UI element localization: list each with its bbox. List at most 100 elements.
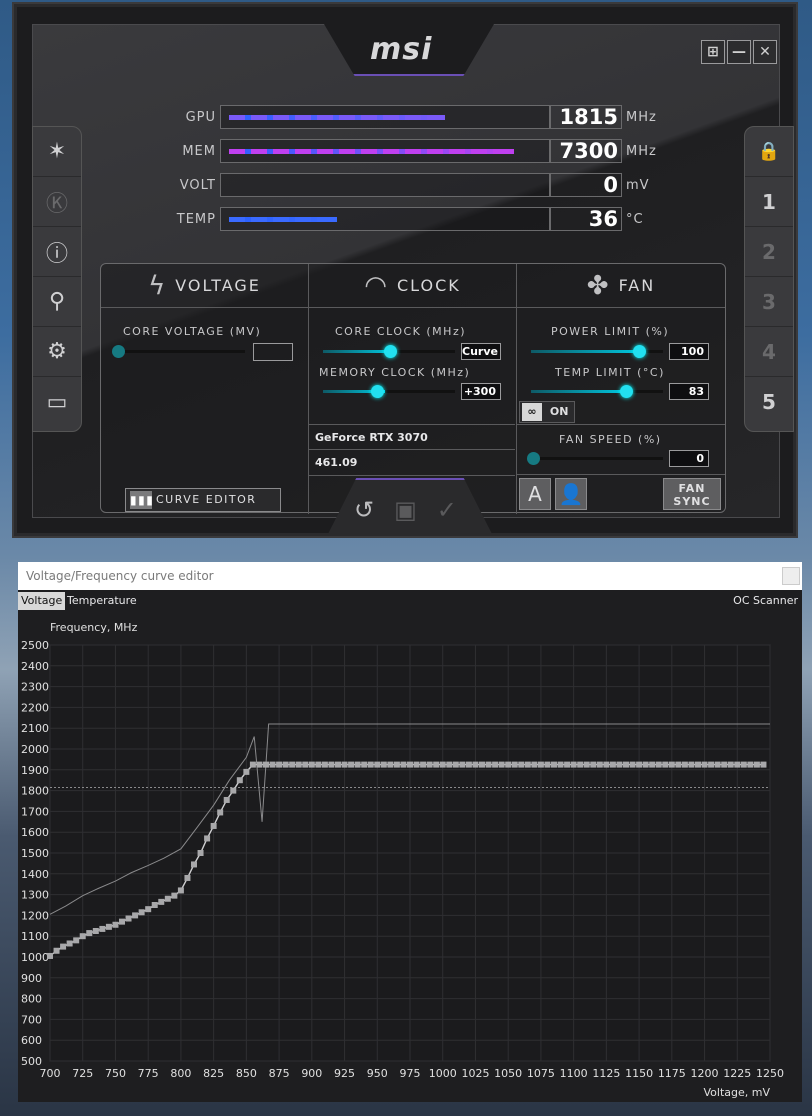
link-toggle-label: ON: [549, 405, 569, 418]
temp-limit-input[interactable]: 83: [669, 383, 709, 400]
user-profile-icon[interactable]: 👤: [555, 478, 587, 510]
fan-panel-title: FAN: [618, 276, 656, 295]
vf-point: [341, 761, 348, 768]
temp-limit-slider-fill: [531, 390, 627, 393]
power-limit-label: POWER LIMIT (%): [551, 325, 670, 338]
vf-editor-title: Voltage/Frequency curve editor: [26, 569, 214, 583]
oc-scanner-link[interactable]: OC Scanner: [733, 592, 798, 610]
gpu-meter-unit: MHz: [626, 110, 657, 125]
vf-point: [217, 809, 224, 816]
vf-point: [315, 761, 322, 768]
minimize-button[interactable]: —: [727, 40, 751, 64]
temp-limit-label: TEMP LIMIT (°C): [555, 366, 665, 379]
profile-5-button[interactable]: 5: [745, 377, 793, 427]
gpu-name: GeForce RTX 3070: [309, 424, 515, 450]
vf-point: [400, 761, 407, 768]
vf-curve-chart[interactable]: Frequency, MHz Voltage, mV 500 600 700 800 9…: [18, 614, 802, 1102]
x-tick-label: 1000: [429, 1067, 457, 1080]
profile-2-button[interactable]: 2: [745, 227, 793, 277]
vf-point: [374, 761, 381, 768]
profile-3-button[interactable]: 3: [745, 277, 793, 327]
fan-sync-button[interactable]: FAN SYNC: [663, 478, 721, 510]
vf-point: [164, 895, 171, 902]
info-icon[interactable]: ⓘ: [33, 227, 81, 277]
vf-point: [289, 761, 296, 768]
lock-icon[interactable]: 🔒: [745, 127, 793, 177]
x-tick-label: 875: [269, 1067, 290, 1080]
vf-point: [623, 761, 629, 768]
vf-point: [636, 761, 643, 768]
tab-voltage[interactable]: Voltage: [18, 592, 66, 610]
vf-point: [740, 761, 747, 768]
vf-point: [230, 787, 237, 794]
vf-editor-titlebar: Voltage/Frequency curve editor: [18, 562, 802, 590]
vf-point: [92, 928, 99, 934]
vf-point: [511, 761, 518, 768]
fan-divider: [517, 424, 725, 425]
x-tick-label: 725: [72, 1067, 93, 1080]
tab-temperature[interactable]: Temperature: [64, 592, 140, 610]
y-tick-label: 800: [21, 993, 42, 1006]
driver-version: 461.09: [309, 450, 515, 476]
core-voltage-input[interactable]: [253, 343, 293, 361]
temp-limit-knob[interactable]: [620, 385, 633, 398]
vf-point: [714, 761, 721, 768]
memory-clock-knob[interactable]: [371, 385, 384, 398]
core-clock-knob[interactable]: [384, 345, 397, 358]
afterburner-icon[interactable]: ✶: [33, 127, 81, 177]
memory-clock-slider[interactable]: [385, 390, 455, 393]
profile-1-button[interactable]: 1: [745, 177, 793, 227]
y-tick-label: 1600: [21, 826, 49, 839]
curve-editor-label: CURVE EDITOR: [156, 493, 257, 506]
settings-gear-icon[interactable]: ⚙: [33, 327, 81, 377]
speedometer-icon: ◠: [364, 270, 389, 301]
vf-point: [177, 887, 184, 894]
power-limit-input[interactable]: 100: [669, 343, 709, 360]
vf-point: [256, 761, 263, 768]
vf-point: [642, 761, 649, 768]
vf-point: [675, 761, 682, 768]
vf-point: [472, 761, 479, 768]
vf-point: [701, 761, 708, 768]
fan-speed-knob[interactable]: [527, 452, 540, 465]
x-tick-label: 1025: [461, 1067, 489, 1080]
vf-point: [452, 761, 459, 768]
vf-point: [328, 761, 335, 768]
core-clock-input[interactable]: Curve: [461, 343, 501, 360]
y-tick-label: 600: [21, 1034, 42, 1047]
apply-check-icon[interactable]: ✓: [437, 496, 457, 524]
core-clock-slider[interactable]: [393, 350, 455, 353]
fan-auto-button[interactable]: A: [519, 478, 551, 510]
vf-point: [616, 761, 623, 768]
fan-speed-slider[interactable]: [535, 457, 663, 460]
gpu-meter-fill: [229, 115, 445, 120]
vf-close-icon[interactable]: [782, 567, 800, 585]
vf-point: [184, 874, 191, 881]
reset-icon[interactable]: ↺: [354, 496, 374, 524]
vf-curve-svg[interactable]: Frequency, MHz Voltage, mV 5006007008009…: [18, 614, 802, 1102]
oc-scanner-icon[interactable]: ⚲: [33, 277, 81, 327]
core-voltage-slider[interactable]: [119, 350, 245, 353]
vf-point: [348, 761, 355, 768]
vf-point: [66, 940, 73, 947]
vf-point: [426, 761, 433, 768]
monitor-icon[interactable]: ▭: [33, 377, 81, 427]
clock-panel-title: CLOCK: [396, 276, 461, 295]
close-button[interactable]: ✕: [753, 40, 777, 64]
power-limit-slider-fill: [531, 350, 641, 353]
core-voltage-knob[interactable]: [112, 345, 125, 358]
x-tick-label: 1225: [723, 1067, 751, 1080]
vf-point: [263, 761, 269, 768]
curve-editor-button[interactable]: ▮▮▮ CURVE EDITOR: [125, 488, 281, 512]
link-toggle[interactable]: ∞ ON: [519, 401, 575, 423]
vf-point: [171, 892, 178, 899]
windows-mode-button[interactable]: ⊞: [701, 40, 725, 64]
profile-4-button[interactable]: 4: [745, 327, 793, 377]
fan-speed-input[interactable]: 0: [669, 450, 709, 467]
power-limit-knob[interactable]: [633, 345, 646, 358]
vf-point: [492, 761, 499, 768]
vf-point: [249, 761, 256, 768]
memory-clock-input[interactable]: +300: [461, 383, 501, 400]
save-icon[interactable]: ▣: [394, 496, 417, 524]
kombustor-icon[interactable]: Ⓚ: [33, 177, 81, 227]
